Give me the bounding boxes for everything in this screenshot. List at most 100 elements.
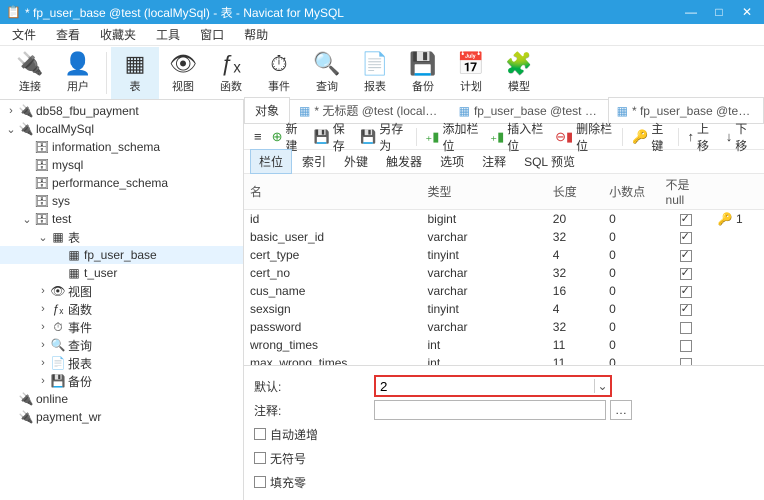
col-decimals[interactable]: 0 xyxy=(603,336,659,354)
menu-tools[interactable]: 工具 xyxy=(148,23,188,46)
column-row[interactable]: passwordvarchar320 xyxy=(244,318,764,336)
tree-twisty-icon[interactable]: › xyxy=(36,321,50,333)
subtab-5[interactable]: 注释 xyxy=(474,150,514,173)
col-type[interactable]: tinyint xyxy=(422,300,547,318)
tree-item[interactable]: ›📄报表 xyxy=(0,354,243,372)
tree-item[interactable]: ⌄🔌localMySql xyxy=(0,120,243,138)
col-length[interactable]: 4 xyxy=(547,246,603,264)
menu-view[interactable]: 查看 xyxy=(48,23,88,46)
col-length[interactable]: 11 xyxy=(547,336,603,354)
subtab-2[interactable]: 外键 xyxy=(336,150,376,173)
tool-查询[interactable]: 🔍查询 xyxy=(303,47,351,99)
column-row[interactable]: wrong_timesint110 xyxy=(244,336,764,354)
menu-window[interactable]: 窗口 xyxy=(192,23,232,46)
col-name[interactable]: wrong_times xyxy=(244,336,422,354)
tree-item[interactable]: ▦fp_user_base xyxy=(0,246,243,264)
tree-item[interactable]: ▦t_user xyxy=(0,264,243,282)
col-notnull[interactable] xyxy=(660,300,712,318)
col-length[interactable]: 20 xyxy=(547,210,603,229)
col-name[interactable]: cus_name xyxy=(244,282,422,300)
col-key[interactable] xyxy=(712,282,764,300)
col-length[interactable]: 11 xyxy=(547,354,603,365)
col-notnull[interactable] xyxy=(660,354,712,365)
tool-模型[interactable]: 🧩模型 xyxy=(495,47,543,99)
subtab-1[interactable]: 索引 xyxy=(294,150,334,173)
close-button[interactable]: ✕ xyxy=(734,3,760,21)
default-input[interactable] xyxy=(376,377,594,395)
zerofill-checkbox[interactable] xyxy=(254,476,266,488)
column-row[interactable]: idbigint200🔑 1 xyxy=(244,210,764,229)
tree-item[interactable]: ⌄🗄test xyxy=(0,210,243,228)
col-name[interactable]: id xyxy=(244,210,422,229)
column-row[interactable]: max_wrong_timesint110 xyxy=(244,354,764,365)
tree-twisty-icon[interactable]: ⌄ xyxy=(20,213,34,226)
comment-input[interactable] xyxy=(374,400,606,420)
col-length[interactable]: 16 xyxy=(547,282,603,300)
col-name[interactable]: cert_type xyxy=(244,246,422,264)
col-decimals[interactable]: 0 xyxy=(603,210,659,229)
col-decimals[interactable]: 0 xyxy=(603,318,659,336)
header-length[interactable]: 长度 xyxy=(547,174,603,210)
subtab-4[interactable]: 选项 xyxy=(432,150,472,173)
col-name[interactable]: max_wrong_times xyxy=(244,354,422,365)
col-type[interactable]: varchar xyxy=(422,282,547,300)
tree-item[interactable]: ›🔍查询 xyxy=(0,336,243,354)
column-row[interactable]: sexsigntinyint40 xyxy=(244,300,764,318)
connection-tree[interactable]: ›🔌db58_fbu_payment⌄🔌localMySql🗄informati… xyxy=(0,100,244,500)
tool-事件[interactable]: ⏱事件 xyxy=(255,47,303,99)
col-notnull[interactable] xyxy=(660,246,712,264)
col-key[interactable] xyxy=(712,354,764,365)
col-key[interactable] xyxy=(712,318,764,336)
col-decimals[interactable]: 0 xyxy=(603,282,659,300)
tree-item[interactable]: 🗄performance_schema xyxy=(0,174,243,192)
tree-twisty-icon[interactable]: › xyxy=(36,375,50,387)
col-notnull[interactable] xyxy=(660,264,712,282)
tool-表[interactable]: ▦表 xyxy=(111,47,159,99)
tree-twisty-icon[interactable]: ⌄ xyxy=(4,123,18,136)
col-notnull[interactable] xyxy=(660,210,712,229)
col-key[interactable] xyxy=(712,336,764,354)
comment-expand-button[interactable]: … xyxy=(610,400,632,420)
col-name[interactable]: sexsign xyxy=(244,300,422,318)
col-length[interactable]: 4 xyxy=(547,300,603,318)
tool-视图[interactable]: 👁视图 xyxy=(159,47,207,99)
menu-file[interactable]: 文件 xyxy=(4,23,44,46)
col-decimals[interactable]: 0 xyxy=(603,300,659,318)
col-decimals[interactable]: 0 xyxy=(603,264,659,282)
tree-item[interactable]: ›🔌db58_fbu_payment xyxy=(0,102,243,120)
default-combo[interactable]: ⌄ xyxy=(374,375,612,397)
col-type[interactable]: varchar xyxy=(422,228,547,246)
col-length[interactable]: 32 xyxy=(547,318,603,336)
subtab-0[interactable]: 栏位 xyxy=(250,149,292,174)
col-key[interactable] xyxy=(712,264,764,282)
tool-计划[interactable]: 📅计划 xyxy=(447,47,495,99)
col-notnull[interactable] xyxy=(660,318,712,336)
col-key[interactable] xyxy=(712,228,764,246)
subtab-3[interactable]: 触发器 xyxy=(378,150,430,173)
menu-favorites[interactable]: 收藏夹 xyxy=(92,23,144,46)
col-decimals[interactable]: 0 xyxy=(603,354,659,365)
col-key[interactable] xyxy=(712,246,764,264)
tree-item[interactable]: ⌄▦表 xyxy=(0,228,243,246)
col-decimals[interactable]: 0 xyxy=(603,228,659,246)
header-notnull[interactable]: 不是 null xyxy=(660,174,712,210)
col-type[interactable]: tinyint xyxy=(422,246,547,264)
tree-item[interactable]: 🗄mysql xyxy=(0,156,243,174)
menu-help[interactable]: 帮助 xyxy=(236,23,276,46)
header-name[interactable]: 名 xyxy=(244,174,422,210)
tree-item[interactable]: 🔌payment_wr xyxy=(0,408,243,426)
col-type[interactable]: varchar xyxy=(422,318,547,336)
columns-grid[interactable]: 名 类型 长度 小数点 不是 null idbigint200🔑 1basic_… xyxy=(244,174,764,365)
menu-button[interactable]: ≡ xyxy=(250,127,266,146)
tool-函数[interactable]: ƒₓ函数 xyxy=(207,47,255,99)
tree-twisty-icon[interactable]: › xyxy=(4,105,18,117)
column-row[interactable]: cus_namevarchar160 xyxy=(244,282,764,300)
tool-用户[interactable]: 👤用户 xyxy=(54,47,102,99)
minimize-button[interactable]: — xyxy=(678,3,704,21)
tree-twisty-icon[interactable]: › xyxy=(36,357,50,369)
tree-item[interactable]: ›⏱事件 xyxy=(0,318,243,336)
unsigned-checkbox[interactable] xyxy=(254,452,266,464)
tree-item[interactable]: ›👁视图 xyxy=(0,282,243,300)
col-type[interactable]: bigint xyxy=(422,210,547,229)
header-decimals[interactable]: 小数点 xyxy=(603,174,659,210)
